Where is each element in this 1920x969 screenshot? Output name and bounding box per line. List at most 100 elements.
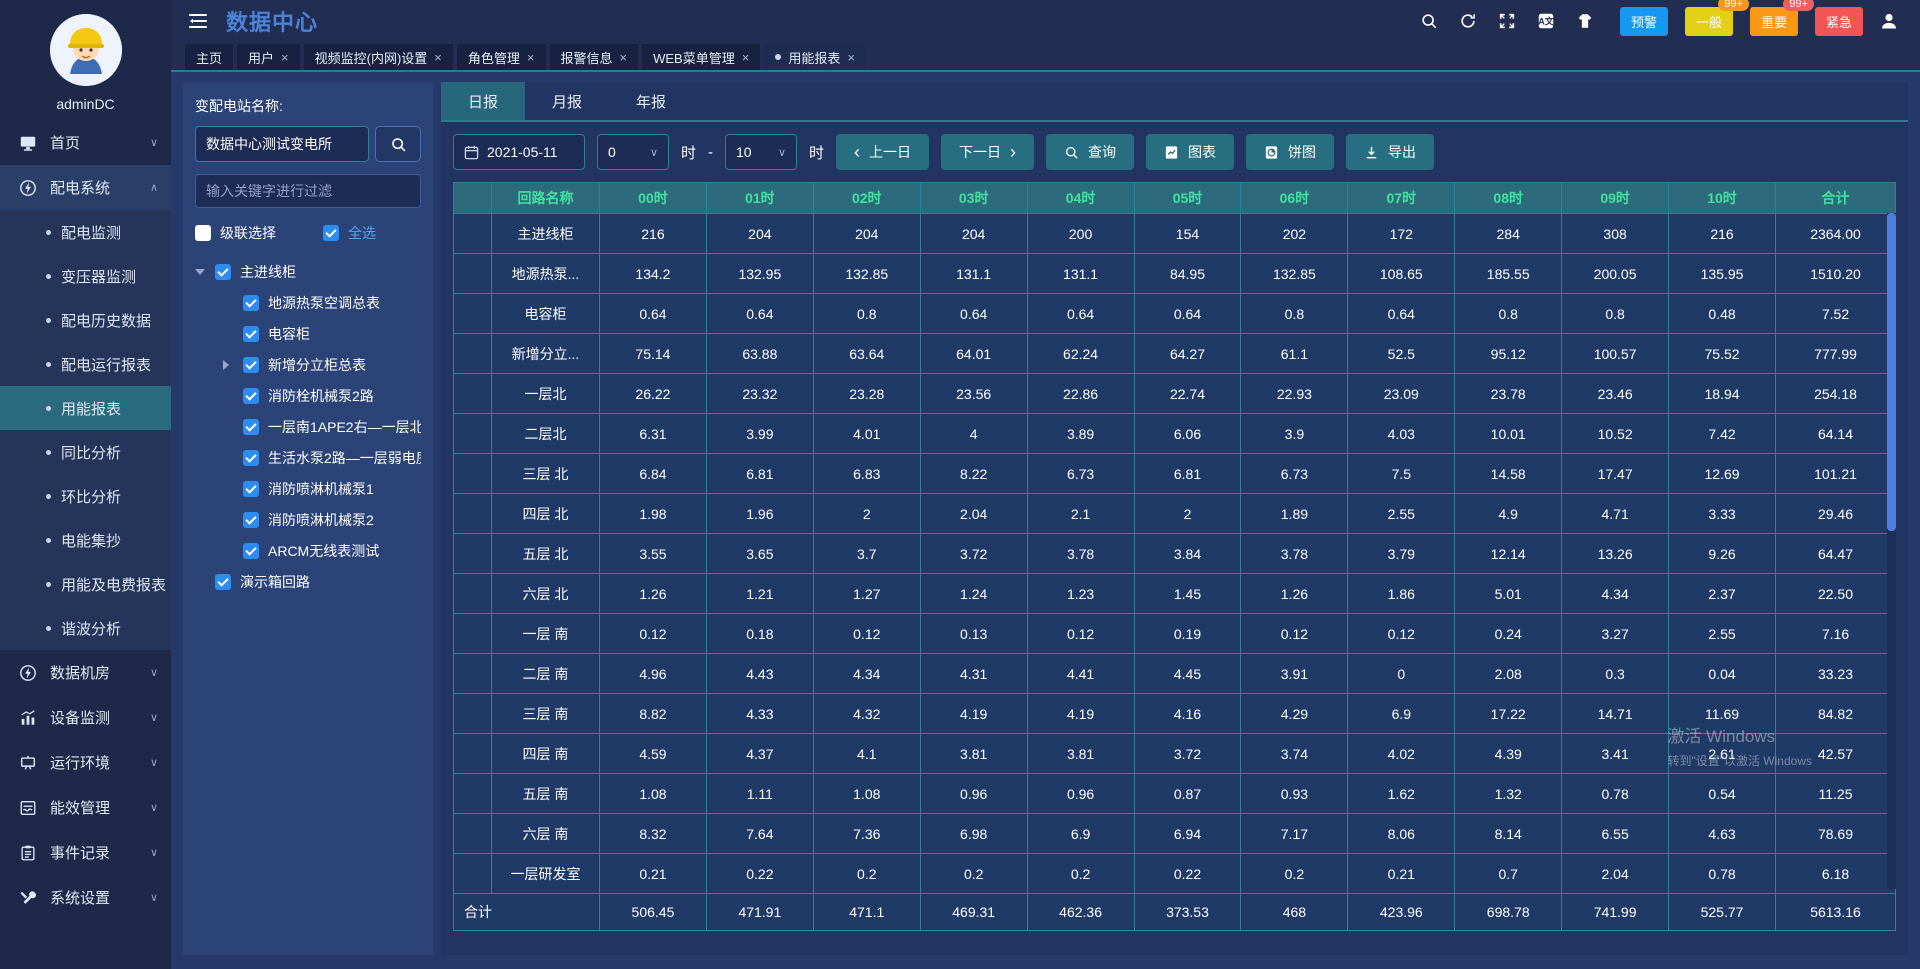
cascade-checkbox[interactable] bbox=[195, 225, 211, 241]
sidebar-subitem-energy-report[interactable]: 用能报表 bbox=[0, 386, 171, 430]
sidebar-item-data-room[interactable]: 数据机房∨ bbox=[0, 650, 171, 695]
avatar[interactable] bbox=[50, 14, 122, 86]
nav-tab-role-mgmt[interactable]: 角色管理× bbox=[457, 44, 546, 70]
sidebar-item-device-monitor[interactable]: 设备监测∨ bbox=[0, 695, 171, 740]
next-day-button[interactable]: 下一日 › bbox=[941, 134, 1034, 170]
keyword-filter-input[interactable] bbox=[195, 174, 421, 208]
value-cell: 1.86 bbox=[1348, 574, 1455, 614]
close-icon[interactable]: × bbox=[281, 50, 289, 65]
tree-node[interactable]: 地源热泵空调总表 bbox=[195, 287, 421, 318]
user-icon[interactable] bbox=[1876, 11, 1902, 31]
value-cell: 33.23 bbox=[1776, 654, 1896, 694]
tree-checkbox[interactable] bbox=[243, 326, 259, 342]
tree-node[interactable]: 演示箱回路 bbox=[195, 566, 421, 597]
tree-node[interactable]: 新增分立柜总表 bbox=[195, 349, 421, 380]
select-all-checkbox[interactable] bbox=[323, 225, 339, 241]
sidebar-subitem-energy-fee-report[interactable]: 用能及电费报表 bbox=[0, 562, 171, 606]
pie-chart-button[interactable]: 饼图 bbox=[1246, 134, 1334, 170]
close-icon[interactable]: × bbox=[434, 50, 442, 65]
tree-checkbox[interactable] bbox=[243, 357, 259, 373]
tree-checkbox[interactable] bbox=[215, 264, 231, 280]
sidebar-subitem-yoy-analysis[interactable]: 同比分析 bbox=[0, 430, 171, 474]
tree-checkbox[interactable] bbox=[243, 388, 259, 404]
value-cell: 14.58 bbox=[1455, 454, 1562, 494]
chart-button[interactable]: 图表 bbox=[1146, 134, 1234, 170]
tree-checkbox[interactable] bbox=[243, 295, 259, 311]
value-cell: 4.63 bbox=[1669, 814, 1776, 854]
sidebar-item-event-log[interactable]: 事件记录∨ bbox=[0, 830, 171, 875]
hour-start-select[interactable]: 0 ∨ bbox=[597, 134, 669, 170]
tree-node[interactable]: ARCM无线表测试 bbox=[195, 535, 421, 566]
app-title: 数据中心 bbox=[226, 5, 318, 37]
tree-node[interactable]: 一层南1APE2右—一层北1APE1左 bbox=[195, 411, 421, 442]
tree-node[interactable]: 主进线柜 bbox=[195, 256, 421, 287]
hour-end-select[interactable]: 10 ∨ bbox=[725, 134, 797, 170]
nav-tab-users[interactable]: 用户× bbox=[237, 44, 300, 70]
tree-checkbox[interactable] bbox=[243, 450, 259, 466]
theme-icon[interactable] bbox=[1572, 12, 1598, 30]
fullscreen-icon[interactable] bbox=[1494, 12, 1520, 30]
translate-icon[interactable]: A文 bbox=[1533, 12, 1559, 30]
value-cell: 0.12 bbox=[813, 614, 920, 654]
close-icon[interactable]: × bbox=[527, 50, 535, 65]
sidebar-subitem-power-report[interactable]: 配电运行报表 bbox=[0, 342, 171, 386]
station-input[interactable] bbox=[195, 126, 369, 162]
value-cell: 4.02 bbox=[1348, 734, 1455, 774]
close-icon[interactable]: × bbox=[847, 50, 855, 65]
station-search-button[interactable] bbox=[375, 126, 421, 162]
nav-tab-home[interactable]: 主页 bbox=[185, 44, 233, 70]
sidebar-subitem-harmonic-analysis[interactable]: 谐波分析 bbox=[0, 606, 171, 650]
tree-node[interactable]: 消防喷淋机械泵2 bbox=[195, 504, 421, 535]
select-all-control[interactable]: 全选 bbox=[323, 223, 376, 243]
tree-checkbox[interactable] bbox=[243, 481, 259, 497]
refresh-icon[interactable] bbox=[1455, 12, 1481, 30]
value-cell: 5.01 bbox=[1455, 574, 1562, 614]
value-cell: 1.08 bbox=[813, 774, 920, 814]
alarm-button-general[interactable]: 一般99+ bbox=[1685, 7, 1733, 36]
tree-checkbox[interactable] bbox=[243, 419, 259, 435]
close-icon[interactable]: × bbox=[620, 50, 628, 65]
sidebar-item-home[interactable]: 首页∨ bbox=[0, 120, 171, 165]
sidebar-subitem-meter-reading[interactable]: 电能集抄 bbox=[0, 518, 171, 562]
tree-checkbox[interactable] bbox=[243, 512, 259, 528]
sidebar-item-power-system[interactable]: 配电系统∧ bbox=[0, 165, 171, 210]
sidebar-item-energy-mgmt[interactable]: 能效管理∨ bbox=[0, 785, 171, 830]
value-cell: 52.5 bbox=[1348, 334, 1455, 374]
table-scrollbar-thumb[interactable] bbox=[1887, 213, 1896, 531]
nav-tab-alarm-info[interactable]: 报警信息× bbox=[550, 44, 639, 70]
sidebar-item-runtime-env[interactable]: 运行环境∨ bbox=[0, 740, 171, 785]
tree-checkbox[interactable] bbox=[243, 543, 259, 559]
prev-day-button[interactable]: ‹ 上一日 bbox=[836, 134, 929, 170]
alarm-button-important[interactable]: 重要99+ bbox=[1750, 7, 1798, 36]
date-picker[interactable]: 2021-05-11 bbox=[453, 134, 585, 170]
value-cell: 132.85 bbox=[1241, 254, 1348, 294]
value-cell: 6.98 bbox=[920, 814, 1027, 854]
report-tab-daily[interactable]: 日报 bbox=[441, 82, 525, 120]
tree-node[interactable]: 生活水泵2路—一层弱电房 bbox=[195, 442, 421, 473]
tree-node[interactable]: 电容柜 bbox=[195, 318, 421, 349]
sidebar-item-system-settings[interactable]: 系统设置∨ bbox=[0, 875, 171, 920]
close-icon[interactable]: × bbox=[742, 50, 750, 65]
tree-checkbox[interactable] bbox=[215, 574, 231, 590]
tree-node[interactable]: 消防栓机械泵2路 bbox=[195, 380, 421, 411]
sidebar-subitem-transformer-monitor[interactable]: 变压器监测 bbox=[0, 254, 171, 298]
value-cell: 23.46 bbox=[1562, 374, 1669, 414]
caret-down-icon[interactable] bbox=[195, 269, 206, 275]
search-icon[interactable] bbox=[1416, 12, 1442, 30]
value-cell: 0.04 bbox=[1669, 654, 1776, 694]
sidebar-subitem-power-history[interactable]: 配电历史数据 bbox=[0, 298, 171, 342]
alarm-button-urgent[interactable]: 紧急 bbox=[1815, 7, 1863, 36]
report-tab-yearly[interactable]: 年报 bbox=[609, 82, 693, 120]
nav-tab-web-menu[interactable]: WEB菜单管理× bbox=[642, 44, 760, 70]
sidebar-subitem-power-monitor[interactable]: 配电监测 bbox=[0, 210, 171, 254]
alarm-button-warning[interactable]: 预警 bbox=[1620, 7, 1668, 36]
report-tab-monthly[interactable]: 月报 bbox=[525, 82, 609, 120]
caret-right-icon[interactable] bbox=[223, 360, 234, 370]
sidebar-subitem-mom-analysis[interactable]: 环比分析 bbox=[0, 474, 171, 518]
menu-collapse-icon[interactable] bbox=[185, 12, 211, 30]
export-button[interactable]: 导出 bbox=[1346, 134, 1434, 170]
nav-tab-video-monitor[interactable]: 视频监控(内网)设置× bbox=[304, 44, 453, 70]
nav-tab-energy-report[interactable]: 用能报表× bbox=[764, 44, 866, 70]
tree-node[interactable]: 消防喷淋机械泵1 bbox=[195, 473, 421, 504]
query-button[interactable]: 查询 bbox=[1046, 134, 1134, 170]
